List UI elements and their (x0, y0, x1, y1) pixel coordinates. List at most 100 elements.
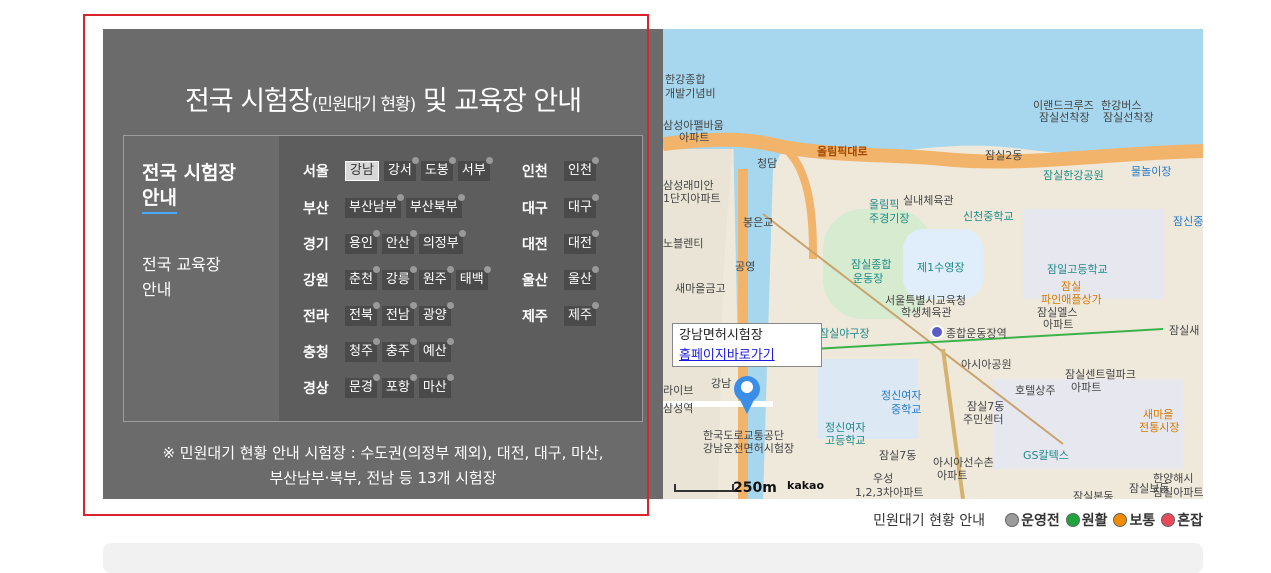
title-main: 전국 시험장 (184, 86, 313, 117)
test-center-button[interactable]: 용인 (345, 230, 380, 254)
menu-test-center-line2: 안내 (142, 186, 177, 214)
test-center-label: 대전 (568, 236, 592, 251)
status-dot-icon (409, 338, 417, 345)
test-center-label: 원주 (422, 272, 447, 287)
region-label: 서울 (303, 164, 329, 180)
region-row: 강원 춘천 강릉 원주 태백 (303, 266, 493, 291)
test-center-button[interactable]: 문경 (345, 374, 380, 398)
test-center-button[interactable]: 의정부 (418, 230, 466, 254)
test-center-button[interactable]: 원주 (418, 266, 454, 290)
legend-dot-icon (1113, 513, 1128, 527)
test-center-button[interactable]: 충주 (381, 338, 417, 362)
status-dot-icon (446, 266, 454, 273)
status-dot-icon (591, 157, 599, 164)
region-label: 대전 (522, 237, 548, 253)
map-place-label: 학생체육관 (901, 306, 952, 319)
test-center-button[interactable]: 포항 (381, 374, 417, 398)
test-center-label: 안산 (385, 236, 410, 251)
test-center-label: 의정부 (422, 236, 459, 251)
test-center-button[interactable]: 광양 (418, 302, 454, 326)
test-center-label: 강서 (387, 163, 412, 178)
test-center-label: 부산남부 (349, 200, 397, 215)
test-center-button[interactable]: 안산 (381, 230, 417, 254)
region-row: 울산 울산 (522, 266, 601, 291)
test-center-button[interactable]: 대구 (564, 194, 599, 218)
map-place-label: 노블렌티 (663, 237, 704, 250)
center-selector-box: 전국 시험장 안내 전국 교육장 안내 서울 강남 강서 도봉 서부 부산 부산남부 부산북부… (123, 135, 643, 422)
map-place-label: 고등학교 (825, 434, 866, 447)
test-center-label: 마산 (422, 380, 447, 395)
map-place-label: 개발기념비 (665, 87, 716, 100)
map-place-label: 아파트 (1071, 381, 1102, 394)
status-dot-icon (372, 302, 380, 309)
status-dot-icon (372, 338, 380, 345)
test-center-label: 울산 (568, 272, 592, 287)
bottom-bar (103, 543, 1203, 573)
test-center-button[interactable]: 서부 (457, 157, 493, 181)
region-label: 경상 (303, 381, 329, 397)
title-rest: 및 교육장 안내 (415, 86, 582, 117)
test-center-button[interactable]: 전남 (381, 302, 417, 326)
status-dot-icon (372, 230, 380, 237)
map-place-label: 잠일고등학교 (1047, 263, 1108, 276)
map-view[interactable]: 한강종합 개발기념비 삼성아펠바움 아파트 청담 올림픽대로 잠실2동 이랜드크루즈 잠실선착장… (663, 29, 1203, 499)
test-center-label: 용인 (349, 236, 373, 251)
map-place-label: 주경기장 (869, 212, 910, 225)
legend-item-before-open: 운영전 (1005, 510, 1060, 530)
menu-education-center[interactable]: 전국 교육장 안내 (142, 252, 221, 302)
map-place-label: 잠실한강공원 (1043, 169, 1104, 182)
test-center-button[interactable]: 태백 (455, 266, 491, 290)
status-dot-icon (458, 230, 466, 237)
map-place-label: 아파트 (1043, 318, 1074, 331)
test-center-button[interactable]: 전북 (345, 302, 380, 326)
test-center-button[interactable]: 청주 (345, 338, 380, 362)
test-center-label: 전북 (349, 308, 373, 323)
legend-dot-icon (1005, 513, 1020, 527)
region-label: 경기 (303, 237, 329, 253)
test-center-button[interactable]: 강남 (345, 161, 379, 181)
status-dot-icon (448, 157, 456, 164)
region-row: 인천 인천 (522, 157, 601, 182)
legend-text: 보통 (1129, 513, 1156, 529)
map-place-label: 잠실보동 (1129, 482, 1170, 495)
legend-dot-icon (1065, 513, 1080, 527)
legend-item-normal: 보통 (1113, 510, 1155, 530)
title-small: (민원대기 현황) (311, 95, 417, 115)
test-center-button[interactable]: 울산 (564, 266, 599, 290)
status-dot-icon (396, 194, 404, 201)
menu-education-line2: 안내 (142, 280, 172, 299)
test-center-button[interactable]: 예산 (418, 338, 454, 362)
map-place-label: 아시아공원 (961, 358, 1012, 371)
region-row: 부산 부산남부 부산북부 (303, 194, 467, 219)
test-center-button[interactable]: 부산북부 (405, 194, 465, 218)
test-center-label: 예산 (422, 344, 447, 359)
menu-test-center[interactable]: 전국 시험장 안내 (142, 161, 236, 214)
map-place-label: 잠신중 (1173, 215, 1203, 228)
test-center-button[interactable]: 강릉 (381, 266, 417, 290)
homepage-link[interactable]: 홈페이지바로가기 (679, 348, 775, 363)
map-place-label: 강남 (711, 377, 732, 390)
test-center-button[interactable]: 인천 (564, 157, 599, 181)
test-center-button[interactable]: 대전 (564, 230, 599, 254)
map-place-label: 운동장 (853, 272, 884, 285)
test-center-button[interactable]: 부산남부 (345, 194, 404, 218)
test-center-label: 도봉 (424, 163, 449, 178)
test-center-button[interactable]: 마산 (418, 374, 454, 398)
region-label: 제주 (522, 309, 548, 325)
test-center-label: 강릉 (385, 272, 410, 287)
menu-education-line1: 전국 교육장 (142, 255, 221, 274)
map-place-label: 잠실2동 (985, 149, 1023, 162)
map-place-label: 1단지아파트 (663, 192, 721, 205)
region-row: 전라 전북 전남 광양 (303, 302, 456, 327)
status-dot-icon (409, 302, 417, 309)
map-place-label: 라이브 (663, 384, 694, 397)
status-dot-icon (457, 194, 465, 201)
test-center-button[interactable]: 강서 (383, 157, 419, 181)
test-center-button[interactable]: 춘천 (345, 266, 380, 290)
menu-test-center-line1: 전국 시험장 (142, 162, 237, 184)
status-dot-icon (409, 374, 417, 381)
notice: ※ 민원대기 현황 안내 시험장 : 수도권(의정부 제외), 대전, 대구, … (103, 441, 663, 491)
test-center-button[interactable]: 도봉 (420, 157, 456, 181)
test-center-button[interactable]: 제주 (564, 302, 599, 326)
legend-dot-icon (1161, 513, 1176, 527)
